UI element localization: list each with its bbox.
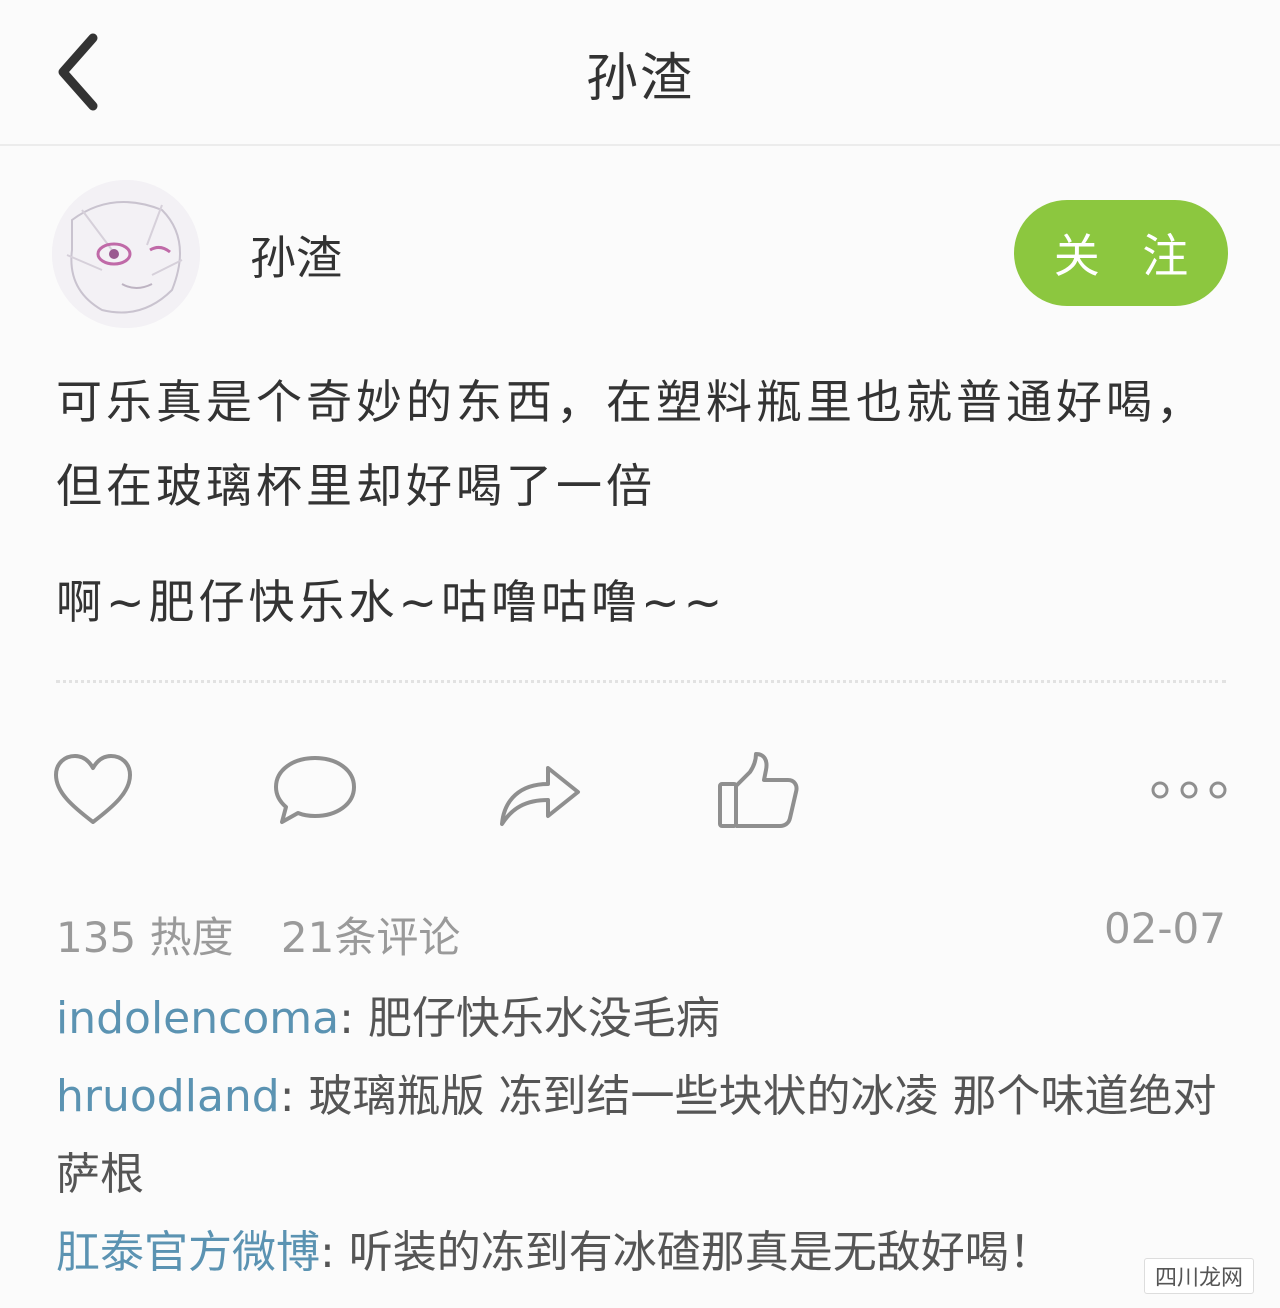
comment-button[interactable] — [272, 748, 358, 832]
comment-count[interactable]: 21条评论 — [281, 913, 460, 962]
avatar-illustration — [52, 180, 200, 328]
author-name[interactable]: 孙渣 — [250, 222, 342, 288]
post-paragraph: 可乐真是个奇妙的东西，在塑料瓶里也就普通好喝，但在玻璃杯里却好喝了一倍 — [56, 375, 1206, 513]
like-button[interactable] — [52, 748, 134, 832]
comment-user[interactable]: indolencoma — [56, 993, 339, 1044]
share-icon — [500, 766, 580, 826]
comment-user[interactable]: hruodland — [56, 1071, 280, 1122]
more-icon — [1151, 781, 1227, 799]
post-stats: 135 热度 21条评论 — [56, 904, 494, 965]
watermark: 四川龙网 — [1144, 1258, 1254, 1294]
post-paragraph: 啊~肥仔快乐水~咕噜咕噜~~ — [56, 575, 727, 629]
follow-button[interactable]: 关 注 — [1014, 200, 1228, 306]
avatar[interactable] — [52, 180, 200, 328]
post-content: 可乐真是个奇妙的东西，在塑料瓶里也就普通好喝，但在玻璃杯里却好喝了一倍 啊~肥仔… — [56, 360, 1236, 644]
top-bar: 孙渣 — [0, 0, 1280, 146]
heart-icon — [54, 754, 132, 824]
divider — [56, 680, 1226, 683]
comment-text: : 肥仔快乐水没毛病 — [339, 993, 720, 1044]
more-button[interactable] — [1148, 748, 1230, 832]
post-date: 02-07 — [1103, 904, 1226, 953]
comment-icon — [274, 756, 356, 824]
share-button[interactable] — [496, 748, 582, 832]
comment-list: indolencoma: 肥仔快乐水没毛病 hruodland: 玻璃瓶版 冻到… — [56, 980, 1236, 1292]
list-item: indolencoma: 肥仔快乐水没毛病 — [56, 980, 1236, 1058]
thumbs-up-button[interactable] — [716, 748, 800, 832]
heat-count[interactable]: 135 热度 — [56, 913, 234, 962]
comment-user[interactable]: 肛泰官方微博 — [56, 1227, 320, 1278]
list-item: hruodland: 玻璃瓶版 冻到结一些块状的冰凌 那个味道绝对萨根 — [56, 1058, 1236, 1214]
thumbs-up-icon — [718, 752, 799, 828]
comment-text: : 听装的冻到有冰碴那真是无敌好喝！ — [320, 1227, 1053, 1278]
list-item: 肛泰官方微博: 听装的冻到有冰碴那真是无敌好喝！ — [56, 1214, 1236, 1292]
page-title: 孙渣 — [585, 49, 694, 109]
